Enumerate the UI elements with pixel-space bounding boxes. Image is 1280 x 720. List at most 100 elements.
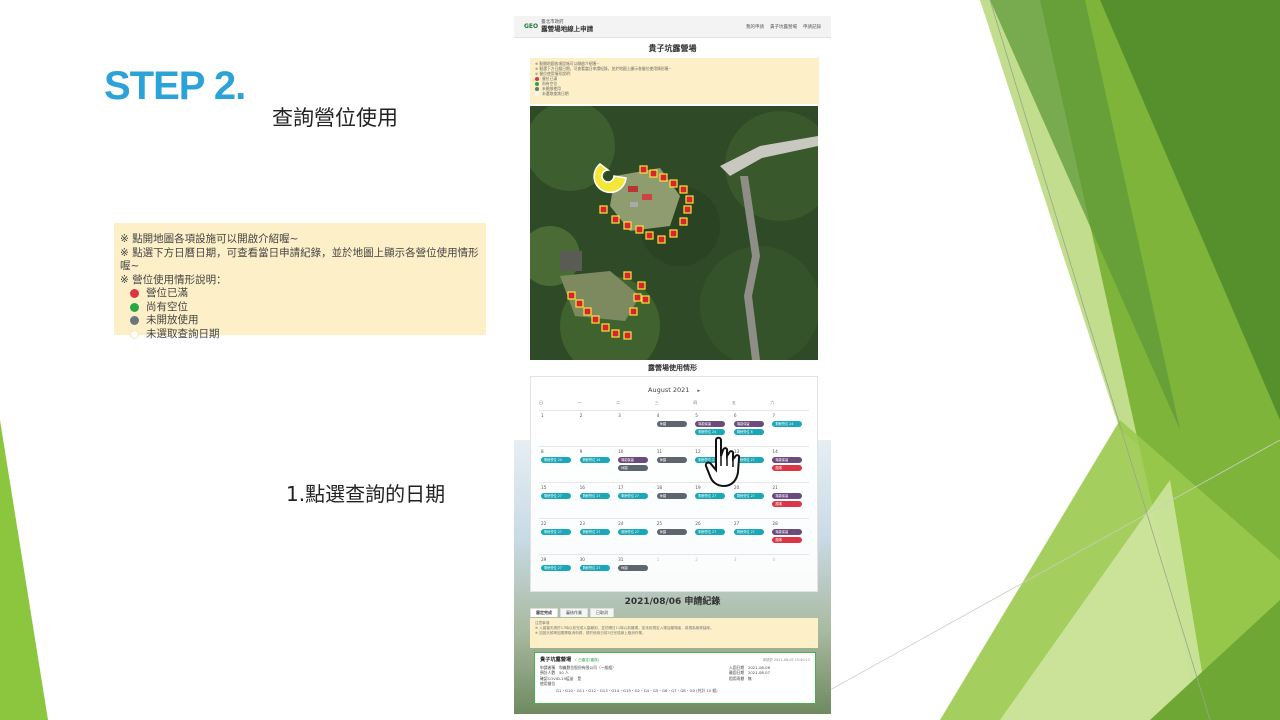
top-nav: 我的申請 貴子坑露營場 申請記錄 <box>746 24 821 30</box>
record-tabs: 審定完成 審核作業 已取消 <box>530 608 614 617</box>
calendar-day[interactable]: 21 場勘保留 額滿 <box>770 483 809 518</box>
calendar-day[interactable]: 19 剩餘營位 27 <box>693 483 732 518</box>
calendar-day[interactable]: 11 休園 <box>655 447 694 482</box>
status-pill[interactable]: 場勘保留 <box>695 421 726 427</box>
status-pill[interactable]: 額滿 <box>772 500 803 507</box>
campsite-map[interactable] <box>530 106 818 360</box>
calendar-day[interactable]: 8 剩餘營位 24 <box>539 447 578 482</box>
status-pill[interactable]: 額滿 <box>772 464 803 471</box>
status-pill[interactable]: 剩餘營位 27 <box>541 565 571 571</box>
status-pill[interactable]: 休園 <box>618 565 649 571</box>
calendar-week: 15 剩餘營位 27 16 剩餘營位 27 17 剩餘營位 27 18 休園 19 剩餘營位 27… <box>539 482 809 518</box>
calendar-day[interactable]: 7 剩餘營位 24 <box>770 411 809 446</box>
callout-line: ※ 營位使用情形說明： <box>120 273 227 286</box>
status-pill[interactable]: 場勘保留 <box>733 421 764 427</box>
status-pill[interactable]: 休園 <box>656 421 687 427</box>
calendar-day[interactable]: 2 <box>578 411 617 446</box>
day-number: 6 <box>733 413 737 418</box>
calendar-day[interactable]: 9 剩餘營位 24 <box>578 447 617 482</box>
status-pill[interactable]: 剩餘營位 27 <box>541 529 571 535</box>
status-pill[interactable]: 剩餘營位 8 <box>733 428 764 435</box>
tent-value: 無 <box>747 675 752 681</box>
status-pill[interactable]: 剩餘營位 27 <box>695 493 726 499</box>
callout-line: ※ 點開地圖各項設施可以開啟介紹喔~ <box>120 233 299 245</box>
calendar-day[interactable]: 1 <box>539 411 578 446</box>
status-pill[interactable]: 剩餘營位 24 <box>579 457 610 463</box>
covid-value: 是 <box>577 675 582 681</box>
legend-unselected: 未選取查詢日期 <box>120 328 480 342</box>
calendar-day[interactable]: 29 剩餘營位 27 <box>539 555 578 590</box>
status-pill[interactable]: 剩餘營位 27 <box>733 493 764 499</box>
people-value: 50 人 <box>558 670 569 676</box>
white-dot-icon <box>535 91 539 96</box>
legend-closed: 未開放使用 <box>120 314 480 328</box>
calendar-month: August 2021 <box>648 386 690 394</box>
day-number: 11 <box>656 449 663 454</box>
status-pill[interactable]: 剩餘營位 27 <box>579 493 610 499</box>
day-number: 29 <box>541 557 547 562</box>
status-pill[interactable]: 剩餘營位 24 <box>541 457 571 463</box>
calendar-day[interactable]: 15 剩餘營位 27 <box>539 483 578 518</box>
calendar-day[interactable]: 24 剩餘營位 27 <box>616 519 655 554</box>
status-pill[interactable]: 場勘保留 <box>772 493 803 499</box>
calendar-day[interactable]: 18 休園 <box>655 483 694 518</box>
status-pill[interactable]: 場勘保留 <box>772 457 803 463</box>
calendar-day[interactable]: 2 <box>693 555 732 590</box>
tab-approved[interactable]: 審定完成 <box>530 608 558 617</box>
calendar-day[interactable]: 31 休園 <box>616 555 655 590</box>
tab-reviewing[interactable]: 審核作業 <box>560 608 588 617</box>
red-dot-icon <box>535 76 539 81</box>
calendar-title: 露營場使用情形 <box>648 364 697 372</box>
day-number: 1 <box>656 557 660 562</box>
status-pill[interactable]: 休園 <box>656 529 687 535</box>
status-pill[interactable]: 休園 <box>656 493 687 499</box>
tab-cancelled[interactable]: 已取消 <box>590 608 614 617</box>
app-header: GEO 臺北市政府 露營場地線上申請 我的申請 貴子坑露營場 申請記錄 <box>514 16 831 38</box>
status-pill[interactable]: 剩餘營位 24 <box>772 421 803 427</box>
nav-item-records[interactable]: 申請記錄 <box>803 24 821 30</box>
calendar-day[interactable]: 14 場勘保留 額滿 <box>770 447 809 482</box>
record-applied-at: 申請於 2021-08-02 15:40:12 <box>762 658 810 662</box>
calendar-day[interactable]: 1 <box>655 555 694 590</box>
status-pill[interactable]: 剩餘營位 27 <box>579 529 610 535</box>
brand[interactable]: GEO 臺北市政府 露營場地線上申請 <box>524 20 593 33</box>
day-number: 15 <box>541 485 547 490</box>
calendar-day[interactable]: 20 剩餘營位 27 <box>732 483 771 518</box>
calendar-day[interactable]: 23 剩餘營位 27 <box>578 519 617 554</box>
calendar-day[interactable]: 22 剩餘營位 27 <box>539 519 578 554</box>
record-site-name: 貴子坑露營場 <box>540 657 572 663</box>
calendar-day[interactable]: 17 剩餘營位 27 <box>616 483 655 518</box>
status-pill[interactable]: 場勘保留 <box>618 457 649 463</box>
status-pill[interactable]: 剩餘營位 27 <box>618 529 649 535</box>
nav-item-my-apply[interactable]: 我的申請 <box>746 24 764 30</box>
day-number: 4 <box>772 557 776 562</box>
weekday-label: 三 <box>654 400 659 405</box>
day-number: 23 <box>579 521 585 526</box>
status-pill[interactable]: 剩餘營位 27 <box>695 529 726 535</box>
calendar-day[interactable]: 4 <box>770 555 809 590</box>
calendar-day[interactable]: 3 <box>732 555 771 590</box>
legend-callout: ※ 點開地圖各項設施可以開啟介紹喔~ ※ 點選下方日曆日期，可查看當日申請紀錄，… <box>114 223 486 340</box>
calendar-day[interactable]: 28 場勘保留 額滿 <box>770 519 809 554</box>
calendar-day[interactable]: 16 剩餘營位 27 <box>578 483 617 518</box>
calendar-day[interactable]: 10 場勘保留 休園 <box>616 447 655 482</box>
nav-item-campsite[interactable]: 貴子坑露營場 <box>770 24 797 30</box>
calendar-day[interactable]: 3 <box>616 411 655 446</box>
status-pill[interactable]: 剩餘營位 27 <box>541 493 571 499</box>
record-card: 貴子坑露營場 ✓ 已審定(審核) 申請於 2021-08-02 15:40:12 … <box>534 652 816 704</box>
calendar-day[interactable]: 27 剩餘營位 27 <box>732 519 771 554</box>
status-pill[interactable]: 剩餘營位 24 <box>695 428 726 435</box>
calendar-day[interactable]: 26 剩餘營位 27 <box>693 519 732 554</box>
record-sites: G1・G10・G11・G12・G13・G14・G15・G2・G4・G5・G6・G… <box>556 687 718 693</box>
calendar-day[interactable]: 25 休園 <box>655 519 694 554</box>
status-pill[interactable]: 場勘保留 <box>772 529 803 535</box>
calendar-day[interactable]: 4 休園 <box>655 411 694 446</box>
status-pill[interactable]: 剩餘營位 27 <box>579 565 610 571</box>
status-pill[interactable]: 休園 <box>618 464 649 471</box>
status-pill[interactable]: 額滿 <box>772 536 803 543</box>
status-pill[interactable]: 休園 <box>656 457 687 463</box>
status-pill[interactable]: 剩餘營位 27 <box>618 493 649 499</box>
next-month-icon[interactable]: ▸ <box>697 388 700 394</box>
calendar-day[interactable]: 30 剩餘營位 27 <box>578 555 617 590</box>
status-pill[interactable]: 剩餘營位 27 <box>733 529 764 535</box>
